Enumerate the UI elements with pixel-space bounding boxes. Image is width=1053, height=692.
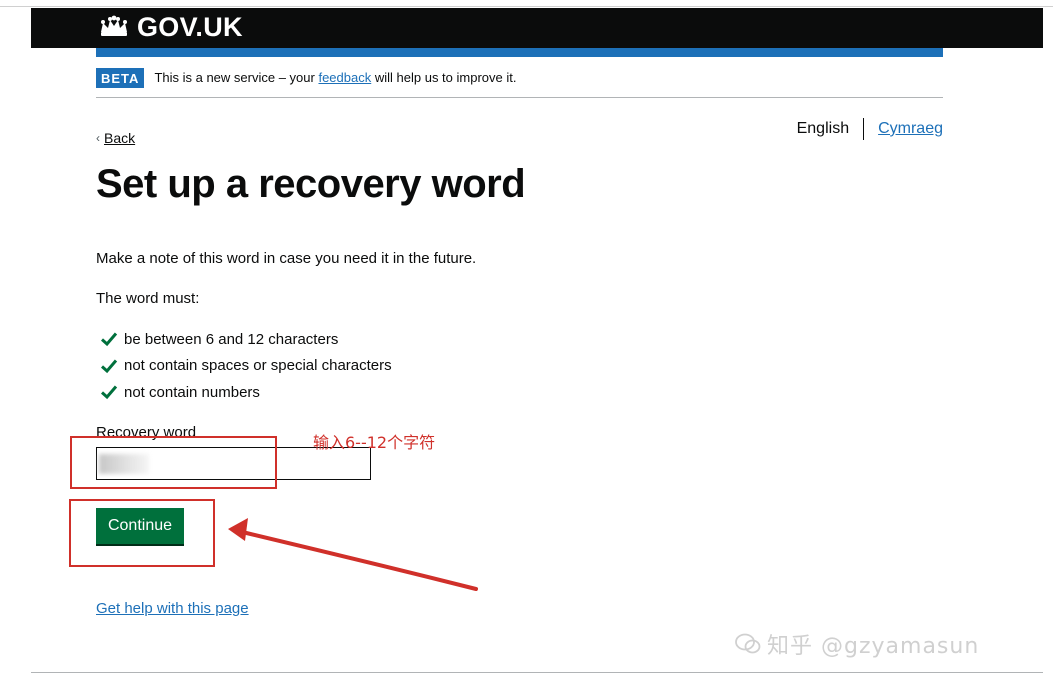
govuk-logo-link[interactable]: GOV.UK	[97, 12, 243, 42]
header-accent-bar	[96, 48, 943, 57]
phase-text-before: This is a new service – your	[154, 70, 315, 85]
phase-banner: BETA This is a new service – your feedba…	[96, 68, 943, 98]
rule-text: be between 6 and 12 characters	[124, 330, 339, 348]
beta-tag: BETA	[96, 68, 145, 88]
top-divider	[0, 6, 1053, 7]
list-item: be between 6 and 12 characters	[100, 326, 392, 353]
page-title: Set up a recovery word	[96, 162, 526, 206]
back-link[interactable]: ‹ Back	[96, 130, 135, 146]
rules-intro: The word must:	[96, 290, 200, 307]
watermark: 知乎 @gzyamasun	[735, 628, 979, 660]
annotation-box-input	[70, 436, 277, 489]
footer-divider	[31, 672, 1043, 673]
list-item: not contain spaces or special characters	[100, 353, 392, 380]
annotation-box-button	[69, 499, 215, 567]
chevron-left-icon: ‹	[96, 131, 100, 145]
crown-icon	[101, 15, 127, 36]
language-current: English	[796, 120, 850, 137]
rule-text: not contain spaces or special characters	[124, 357, 392, 375]
lead-text: Make a note of this word in case you nee…	[96, 250, 477, 267]
feedback-link[interactable]: feedback	[318, 70, 371, 85]
annotation-note: 输入6--12个字符	[313, 433, 436, 452]
back-link-label: Back	[104, 130, 136, 146]
wechat-icon	[735, 633, 761, 654]
govuk-header: GOV.UK	[31, 8, 1043, 48]
phase-banner-text: This is a new service – your feedback wi…	[154, 68, 516, 88]
watermark-text: 知乎 @gzyamasun	[767, 634, 980, 659]
phase-text-after: will help us to improve it.	[374, 70, 517, 85]
check-icon	[100, 332, 118, 347]
check-icon	[100, 385, 118, 400]
language-separator	[863, 118, 865, 140]
rules-list: be between 6 and 12 characters not conta…	[100, 326, 392, 406]
check-icon	[100, 359, 118, 373]
language-switcher: English Cymraeg	[797, 118, 943, 140]
list-item: not contain numbers	[100, 379, 392, 406]
rule-text: not contain numbers	[124, 383, 260, 401]
get-help-link[interactable]: Get help with this page	[96, 600, 249, 617]
language-cymraeg-link[interactable]: Cymraeg	[878, 120, 943, 138]
logo-text: GOV.UK	[137, 11, 243, 42]
